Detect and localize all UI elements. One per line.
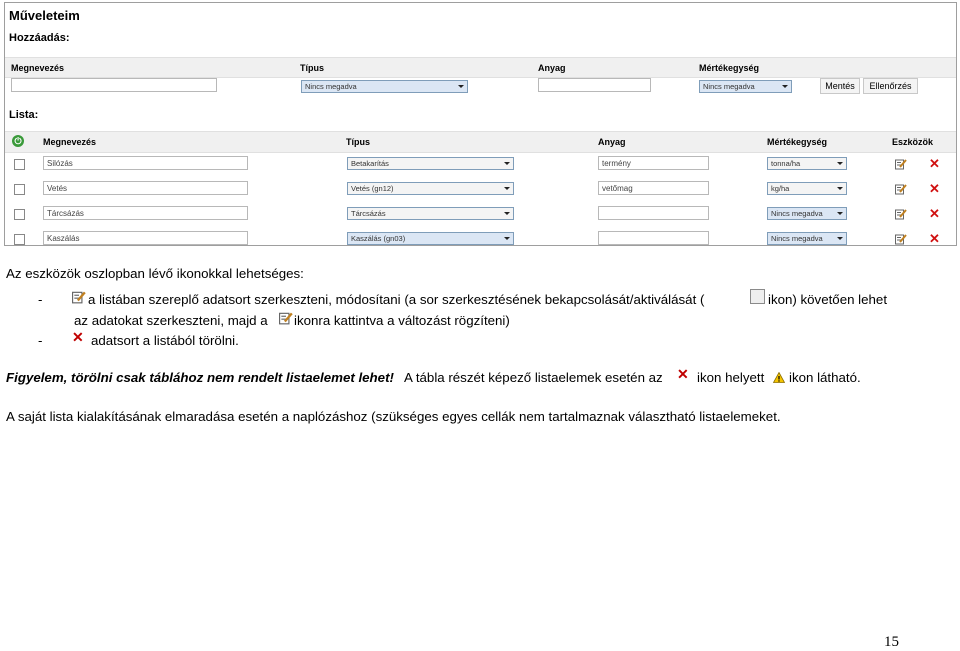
row-checkbox[interactable] (14, 159, 25, 170)
warning-text: Figyelem, törölni csak táblához nem rend… (6, 370, 394, 385)
row-checkbox[interactable] (14, 184, 25, 195)
save-button[interactable]: Mentés (820, 78, 860, 94)
chevron-down-icon (458, 85, 464, 88)
row-checkbox[interactable] (14, 234, 25, 245)
edit-icon (279, 312, 293, 325)
add-unit-select-value: Nincs megadva (703, 82, 755, 91)
chevron-down-icon (837, 162, 843, 165)
add-name-input[interactable] (11, 78, 217, 92)
row-name-input[interactable]: Tárcsázás (43, 206, 248, 220)
bullet-2-text: adatsort a listából törölni. (91, 333, 239, 348)
add-type-select-value: Nincs megadva (305, 82, 357, 91)
row-type-value: Betakarítás (351, 159, 389, 168)
row-unit-select[interactable]: Nincs megadva (767, 232, 847, 245)
edit-icon (72, 291, 86, 304)
table-row: Silózás Betakarítás termény tonna/ha ✕ (5, 152, 956, 177)
list-header-material: Anyag (598, 137, 626, 147)
add-material-input[interactable] (538, 78, 651, 92)
row-name-input[interactable]: Vetés (43, 181, 248, 195)
chevron-down-icon (837, 237, 843, 240)
row-material-input[interactable] (598, 206, 709, 220)
edit-icon[interactable] (895, 183, 907, 195)
row-unit-value: kg/ha (771, 184, 790, 193)
add-type-select[interactable]: Nincs megadva (301, 80, 468, 93)
power-icon[interactable]: ⏻ (12, 135, 24, 147)
list-header-tools: Eszközök (892, 137, 934, 147)
delete-icon[interactable]: ✕ (929, 182, 940, 195)
closing-text: A saját lista kialakításának elmaradása … (6, 409, 781, 424)
delete-icon[interactable]: ✕ (929, 207, 940, 220)
bullet-1-text-c: az adatokat szerkeszteni, majd a (74, 313, 268, 328)
add-section-title: Hozzáadás: (9, 32, 70, 44)
list-header-name: Megnevezés (43, 137, 97, 147)
row-type-value: Tárcsázás (351, 209, 386, 218)
bullet-1-text-d: ikonra kattintva a változást rögzíteni) (294, 313, 510, 328)
row-unit-value: tonna/ha (771, 159, 801, 168)
intro-text: Az eszközök oszlopban lévő ikonokkal leh… (6, 266, 304, 281)
edit-icon[interactable] (895, 208, 907, 220)
add-header-type: Típus (300, 63, 324, 73)
chevron-down-icon (837, 187, 843, 190)
bullet-1-text-b: ikon) követően lehet (768, 292, 888, 307)
warning-icon (773, 372, 785, 383)
row-material-input[interactable] (598, 231, 709, 245)
bullet-2-dash: - (38, 333, 43, 348)
row-type-value: Vetés (gn12) (351, 184, 394, 193)
checkbox-icon (750, 289, 765, 304)
delete-icon[interactable]: ✕ (929, 157, 940, 170)
chevron-down-icon (504, 212, 510, 215)
check-button[interactable]: Ellenőrzés (863, 78, 918, 94)
list-header-unit: Mértékegység (767, 137, 828, 147)
page-number: 15 (884, 634, 899, 650)
row-type-value: Kaszálás (gn03) (351, 234, 406, 243)
row-unit-select[interactable]: tonna/ha (767, 157, 847, 170)
page-title: Műveleteim (9, 8, 80, 23)
row-material-input[interactable]: vetőmag (598, 181, 709, 195)
list-header-bar: ⏻ Megnevezés Típus Anyag Mértékegység Es… (5, 131, 956, 153)
warning-text-a: A tábla részét képező listaelemek esetén… (404, 370, 663, 385)
chevron-down-icon (837, 212, 843, 215)
add-unit-select[interactable]: Nincs megadva (699, 80, 792, 93)
add-header-unit: Mértékegység (699, 63, 760, 73)
delete-icon: ✕ (72, 329, 84, 345)
row-type-select[interactable]: Kaszálás (gn03) (347, 232, 514, 245)
row-name-input[interactable]: Silózás (43, 156, 248, 170)
row-name-input[interactable]: Kaszálás (43, 231, 248, 245)
chevron-down-icon (782, 85, 788, 88)
delete-icon: ✕ (677, 366, 689, 382)
row-type-select[interactable]: Vetés (gn12) (347, 182, 514, 195)
list-header-type: Típus (346, 137, 370, 147)
warning-text-b: ikon helyett (697, 370, 765, 385)
list-section-title: Lista: (9, 109, 39, 121)
edit-icon[interactable] (895, 158, 907, 170)
bullet-1-dash: - (38, 292, 43, 307)
warning-text-c: ikon látható. (789, 370, 861, 385)
row-type-select[interactable]: Betakarítás (347, 157, 514, 170)
row-unit-value: Nincs megadva (771, 234, 823, 243)
edit-icon[interactable] (895, 233, 907, 245)
row-unit-select[interactable]: kg/ha (767, 182, 847, 195)
table-row: Tárcsázás Tárcsázás Nincs megadva ✕ (5, 202, 956, 227)
delete-icon[interactable]: ✕ (929, 232, 940, 245)
row-unit-select[interactable]: Nincs megadva (767, 207, 847, 220)
table-row: Kaszálás Kaszálás (gn03) Nincs megadva ✕ (5, 227, 956, 245)
row-material-input[interactable]: termény (598, 156, 709, 170)
chevron-down-icon (504, 237, 510, 240)
chevron-down-icon (504, 162, 510, 165)
row-checkbox[interactable] (14, 209, 25, 220)
table-row: Vetés Vetés (gn12) vetőmag kg/ha ✕ (5, 177, 956, 202)
add-header-bar: Megnevezés Típus Anyag Mértékegység (5, 57, 956, 78)
row-unit-value: Nincs megadva (771, 209, 823, 218)
app-screenshot: Műveleteim Hozzáadás: Megnevezés Típus A… (4, 2, 957, 246)
bullet-1-text-a: a listában szereplő adatsort szerkeszten… (88, 292, 705, 307)
add-header-material: Anyag (538, 63, 566, 73)
row-type-select[interactable]: Tárcsázás (347, 207, 514, 220)
add-header-name: Megnevezés (11, 63, 65, 73)
chevron-down-icon (504, 187, 510, 190)
